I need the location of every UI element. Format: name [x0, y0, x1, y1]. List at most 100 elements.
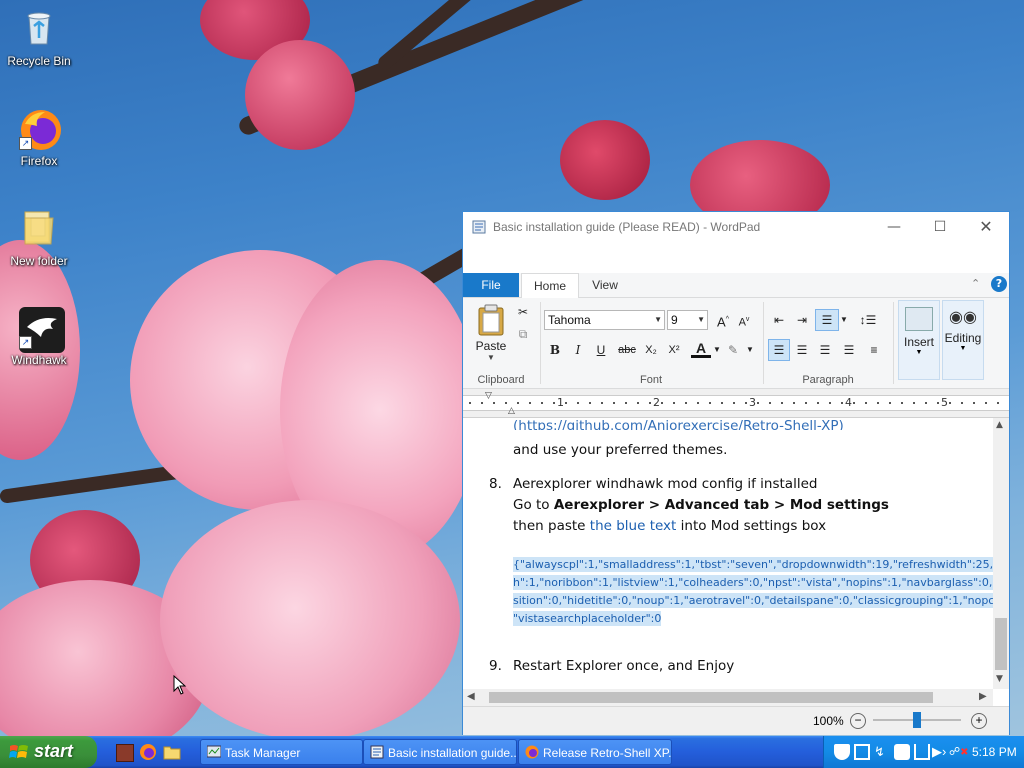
ruler-tick [757, 402, 759, 404]
vertical-scroll-thumb[interactable] [995, 618, 1007, 670]
zoom-level: 100% [813, 714, 844, 728]
desktop-icon-firefox[interactable]: ↗ Firefox [1, 108, 77, 168]
insert-button[interactable]: Insert ▼ [898, 300, 940, 380]
chevron-down-icon[interactable]: ▼ [740, 340, 760, 360]
paste-icon [478, 304, 504, 336]
windows-logo-icon [9, 745, 28, 758]
display-icon[interactable] [914, 744, 930, 760]
left-indent-marker[interactable]: △ [508, 406, 515, 416]
list-number: 8. [489, 476, 502, 492]
doc-blue-text: the blue text [589, 518, 677, 534]
maximize-button[interactable]: ☐ [917, 212, 963, 242]
firefox-icon [525, 745, 539, 759]
scroll-down-icon[interactable]: ▼ [996, 674, 1003, 684]
italic-button[interactable]: I [568, 340, 588, 360]
config-line[interactable]: {"alwayscpl":1,"smalladdress":1,"tbst":"… [513, 557, 993, 572]
zoom-in-button[interactable]: + [971, 713, 987, 729]
bullets-icon[interactable]: ☰ [815, 309, 839, 331]
vertical-scrollbar[interactable]: ▲ ▼ [993, 418, 1009, 689]
network-icon[interactable] [854, 744, 870, 760]
insert-label: Insert [903, 335, 934, 349]
horizontal-scroll-thumb[interactable] [489, 692, 933, 703]
desktop-icon-new-folder[interactable]: New folder [1, 208, 77, 268]
ruler-tick [481, 402, 483, 404]
doc-text: then paste [513, 518, 590, 534]
ruler-tick [505, 402, 507, 404]
doc-link-line[interactable]: (https://github.com/Aniorexercise/Retro-… [513, 418, 844, 430]
font-size-select[interactable]: 9 ▼ [667, 310, 708, 330]
desktop-icon-windhawk[interactable]: ↗ Windhawk [1, 307, 77, 367]
tab-view[interactable]: View [583, 273, 627, 297]
line-spacing-icon[interactable]: ↕☰ [855, 310, 881, 330]
tab-home[interactable]: Home [521, 273, 579, 299]
editing-button[interactable]: ◉◉ Editing ▼ [942, 300, 984, 380]
scroll-right-icon[interactable]: ▶ [979, 691, 987, 702]
increase-indent-icon[interactable]: ⇥ [792, 310, 812, 330]
quick-launch-folder-icon[interactable] [163, 744, 181, 760]
help-icon[interactable]: ? [991, 276, 1007, 292]
underline-button[interactable]: U [591, 340, 611, 360]
safely-remove-icon[interactable]: ↯ [874, 744, 890, 760]
config-line[interactable]: "vistasearchplaceholder":0} [513, 611, 661, 626]
zoom-out-button[interactable]: − [850, 713, 866, 729]
security-shield-icon[interactable] [834, 744, 850, 760]
bold-button[interactable]: B [545, 340, 565, 360]
strikethrough-button[interactable]: abc [615, 340, 639, 360]
align-left-icon[interactable]: ☰ [768, 339, 790, 361]
taskbar-button-firefox[interactable]: Release Retro-Shell XP... [518, 739, 672, 765]
scroll-up-icon[interactable]: ▲ [996, 420, 1003, 430]
ribbon-separator [540, 302, 541, 384]
minimize-button[interactable]: — [871, 212, 917, 242]
chevron-down-icon: ▼ [654, 315, 662, 324]
grow-font-icon[interactable]: A^ [713, 310, 733, 330]
wordpad-icon [370, 745, 384, 759]
horizontal-scrollbar[interactable]: ◀ ▶ [463, 689, 993, 706]
volume-icon[interactable]: ▶› [932, 744, 948, 760]
scroll-left-icon[interactable]: ◀ [467, 691, 475, 702]
superscript-button[interactable]: X² [664, 340, 684, 360]
document-area[interactable]: (https://github.com/Aniorexercise/Retro-… [463, 418, 993, 689]
start-button[interactable]: start [0, 736, 97, 768]
ruler-tick [589, 402, 591, 404]
ruler[interactable]: ▽ △ 1 2 3 4 5 [463, 389, 1009, 418]
notification-icon[interactable]: ☍✖ [949, 744, 969, 760]
shortcut-arrow-icon: ↗ [19, 137, 32, 150]
paste-button[interactable]: Paste ▼ [473, 304, 509, 364]
paragraph-settings-icon[interactable]: ≡ [864, 340, 884, 360]
first-line-indent-marker[interactable]: ▽ [485, 391, 492, 401]
doc-line-paste: then paste the blue text into Mod settin… [513, 518, 826, 534]
ruler-tick [853, 402, 855, 404]
zoom-slider-thumb[interactable] [913, 712, 921, 728]
taskbar-button-label: Basic installation guide... [388, 746, 517, 760]
align-center-icon[interactable]: ☰ [792, 340, 812, 360]
quick-launch-firefox-icon[interactable] [139, 743, 157, 761]
taskbar-button-wordpad[interactable]: Basic installation guide... [363, 739, 517, 765]
taskbar-button-task-manager[interactable]: Task Manager [200, 739, 363, 765]
ruler-tick [673, 402, 675, 404]
ruler-tick [781, 402, 783, 404]
shrink-font-icon[interactable]: Av [734, 310, 754, 330]
title-bar[interactable]: Basic installation guide (Please READ) -… [463, 212, 1009, 242]
collapse-ribbon-icon[interactable]: ⌃ [971, 277, 980, 290]
config-line[interactable]: h":1,"noribbon":1,"listview":1,"colheade… [513, 575, 993, 590]
windhawk-tray-icon[interactable] [894, 744, 910, 760]
decrease-indent-icon[interactable]: ⇤ [769, 310, 789, 330]
tab-file[interactable]: File [463, 273, 519, 297]
config-line[interactable]: sition":0,"hidetitle":0,"noup":1,"aerotr… [513, 593, 993, 608]
ruler-tick [973, 402, 975, 404]
font-family-select[interactable]: Tahoma ▼ [544, 310, 665, 330]
chevron-down-icon[interactable]: ▼ [838, 310, 850, 330]
zoom-slider-track[interactable] [873, 712, 961, 728]
clock[interactable]: 5:18 PM [972, 745, 1017, 759]
desktop-icon-label: Firefox [20, 154, 58, 168]
align-right-icon[interactable]: ☰ [815, 340, 835, 360]
desktop-icon-recycle-bin[interactable]: Recycle Bin [1, 8, 77, 68]
justify-icon[interactable]: ☰ [839, 340, 859, 360]
cut-icon[interactable]: ✂ [513, 302, 533, 322]
close-button[interactable]: ✕ [963, 212, 1009, 242]
quick-launch-app-icon[interactable] [116, 744, 134, 762]
subscript-button[interactable]: X₂ [641, 340, 661, 360]
ruler-number: 5 [941, 396, 948, 409]
copy-icon[interactable]: ⧉ [513, 324, 533, 344]
font-group-label: Font [639, 374, 662, 386]
